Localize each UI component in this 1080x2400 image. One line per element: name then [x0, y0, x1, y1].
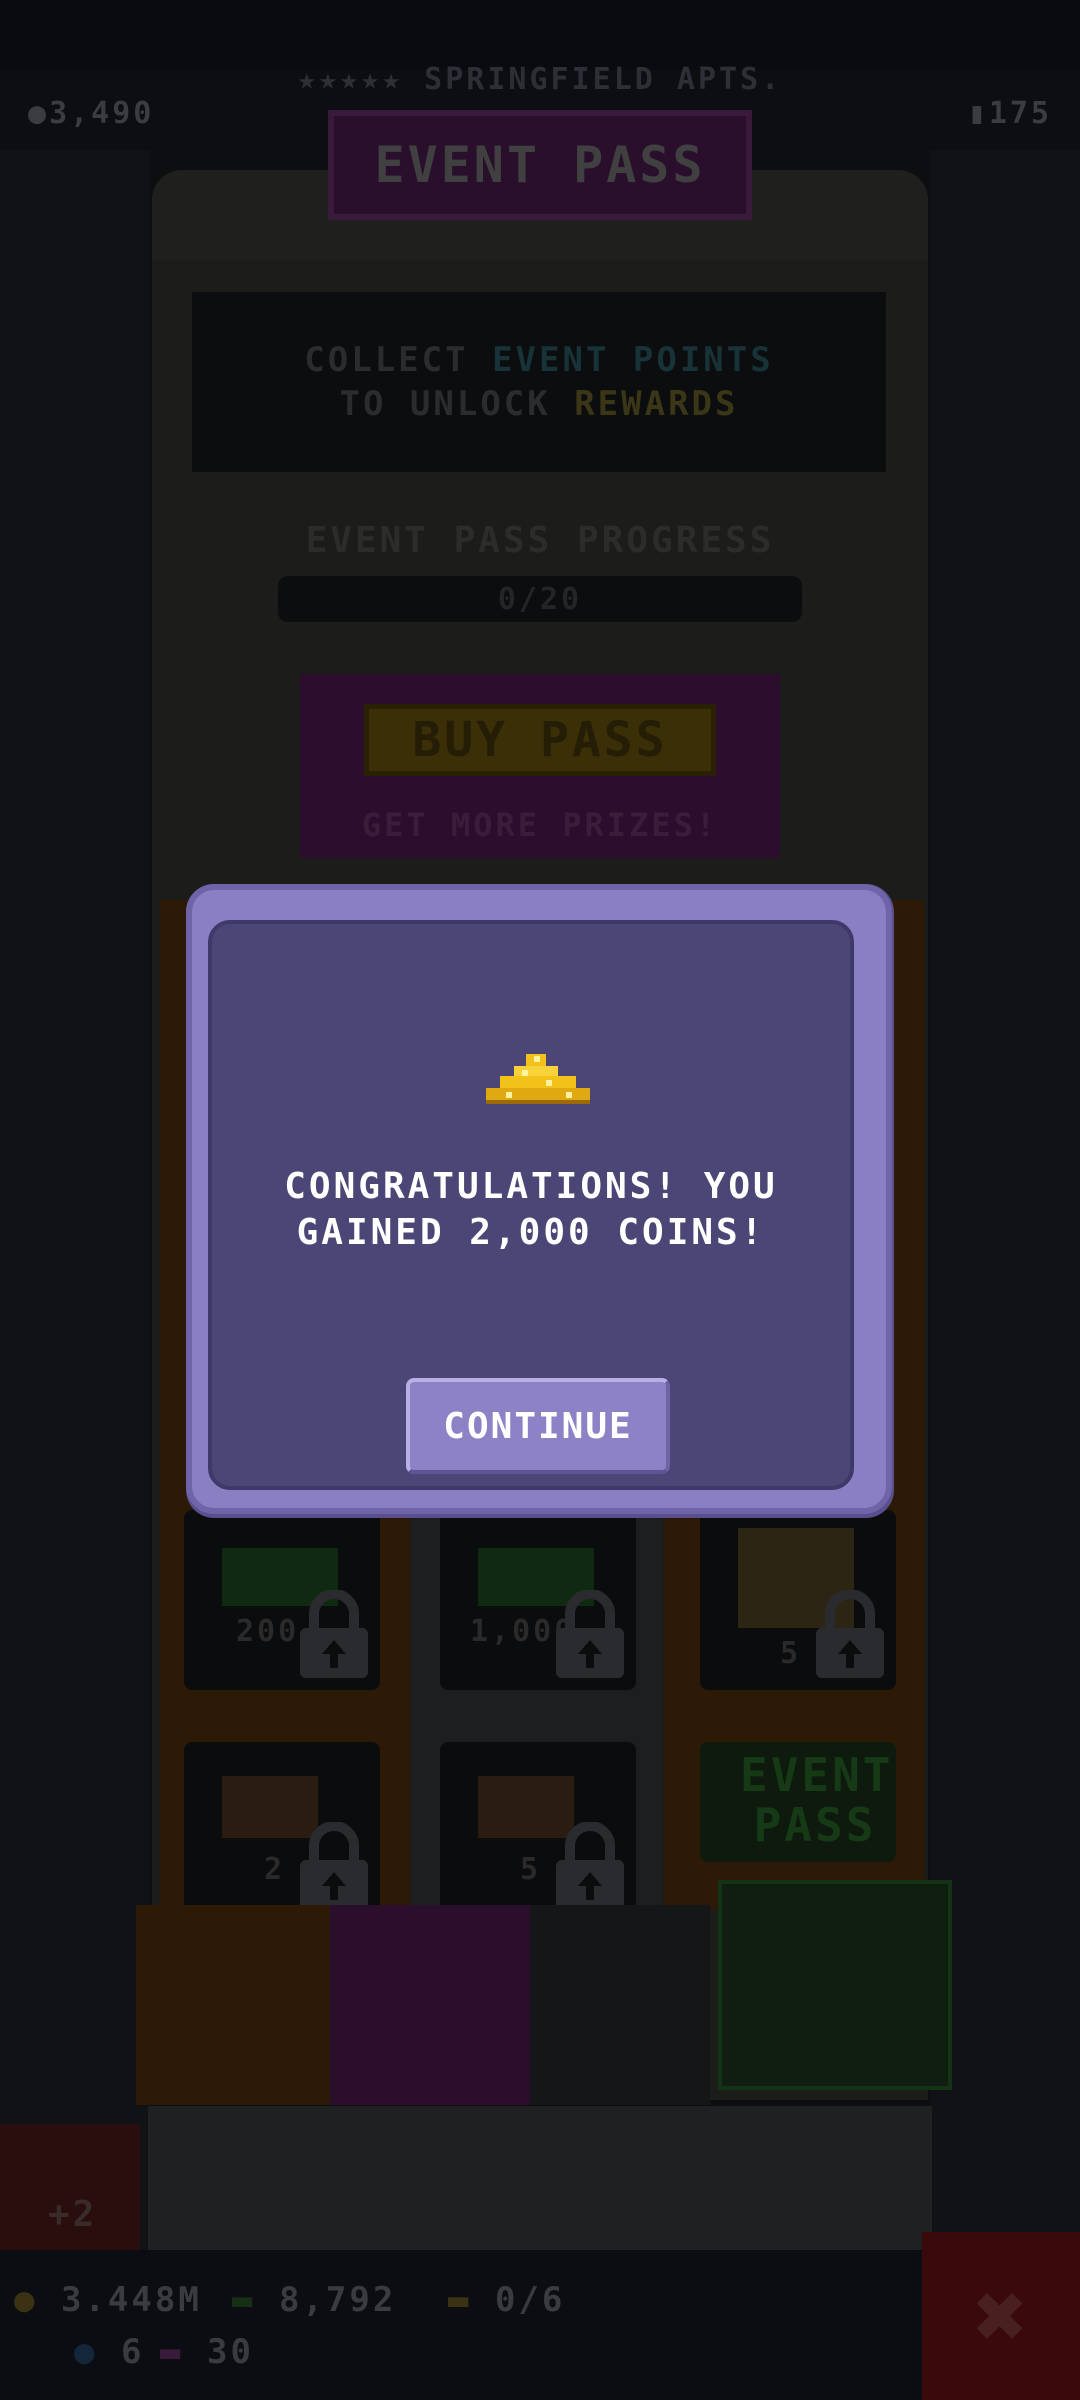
close-button[interactable]: ✖	[922, 2232, 1080, 2400]
buy-pass-subtitle: GET MORE PRIZES!	[361, 806, 719, 844]
tickets-counter: ▬ 0/6	[448, 2280, 566, 2320]
lock-icon	[300, 1590, 368, 1678]
lock-icon	[556, 1590, 624, 1678]
reward-tile[interactable]: 200	[184, 1510, 380, 1690]
shop-floor-gadgets[interactable]	[136, 1905, 330, 2105]
reward-tile[interactable]: 1,000	[440, 1510, 636, 1690]
right-stat: ▮175	[967, 96, 1052, 131]
event-pass-banner: EVENT PASS	[328, 110, 752, 220]
lock-icon	[816, 1590, 884, 1678]
building-icon: ▮	[967, 96, 989, 131]
reward-tile[interactable]: 2	[184, 1742, 380, 1922]
bottom-hud: ● 3.448M ▬ 8,792 ▬ 0/6 ● 6 ▬ 30	[0, 2250, 1080, 2400]
reward-tile[interactable]: 5	[700, 1510, 896, 1690]
building-title: ★★★★★ SPRINGFIELD APTS.	[0, 62, 1080, 97]
coins-counter: ● 3.448M	[14, 2280, 202, 2320]
gems-counter: ● 6	[74, 2332, 145, 2372]
left-stat: ●3,490	[28, 96, 155, 131]
progress-bar: 0/20	[278, 576, 802, 622]
reward-tile[interactable]: 5	[440, 1742, 636, 1922]
bux-counter: ▬ 8,792	[232, 2280, 397, 2320]
tv-counter: ▬ 30	[160, 2332, 254, 2372]
buy-pass-button[interactable]: BUY PASS	[364, 704, 716, 776]
gold-coins-pile-icon	[486, 1054, 590, 1104]
top-bar	[0, 0, 1080, 70]
coin-icon: ●	[14, 2280, 38, 2320]
lock-icon	[556, 1822, 624, 1910]
reward-message-line-2: GAINED 2,000 COINS!	[296, 1212, 766, 1253]
ticket-icon: ▬	[448, 2280, 472, 2320]
shop-floor-glass[interactable]	[530, 1905, 710, 2105]
lobby-floor	[148, 2106, 932, 2256]
shop-floor-vending[interactable]	[718, 1880, 952, 2090]
continue-button[interactable]: CONTINUE	[406, 1378, 670, 1474]
event-info-box: COLLECT EVENT POINTS TO UNLOCK REWARDS	[192, 292, 886, 472]
left-shaft	[0, 150, 150, 2250]
coin-icon: ●	[28, 96, 50, 131]
event-pass-reward-tile[interactable]: EVENT PASS	[700, 1742, 896, 1862]
gem-icon: ●	[74, 2332, 98, 2372]
lock-icon	[300, 1822, 368, 1910]
building-name: SPRINGFIELD APTS.	[424, 62, 783, 97]
rating-stars: ★★★★★	[297, 62, 404, 97]
shop-floor-freezer[interactable]	[330, 1905, 530, 2105]
reward-message: CONGRATULATIONS! YOU GAINED 2,000 COINS!	[208, 1164, 854, 1256]
right-shaft	[930, 150, 1080, 2250]
reward-message-line-1: CONGRATULATIONS! YOU	[284, 1166, 778, 1207]
progress-title: EVENT PASS PROGRESS	[305, 520, 775, 561]
left-counter-box[interactable]: +2	[0, 2124, 140, 2250]
tv-icon: ▬	[160, 2332, 184, 2372]
bux-icon: ▬	[232, 2280, 256, 2320]
